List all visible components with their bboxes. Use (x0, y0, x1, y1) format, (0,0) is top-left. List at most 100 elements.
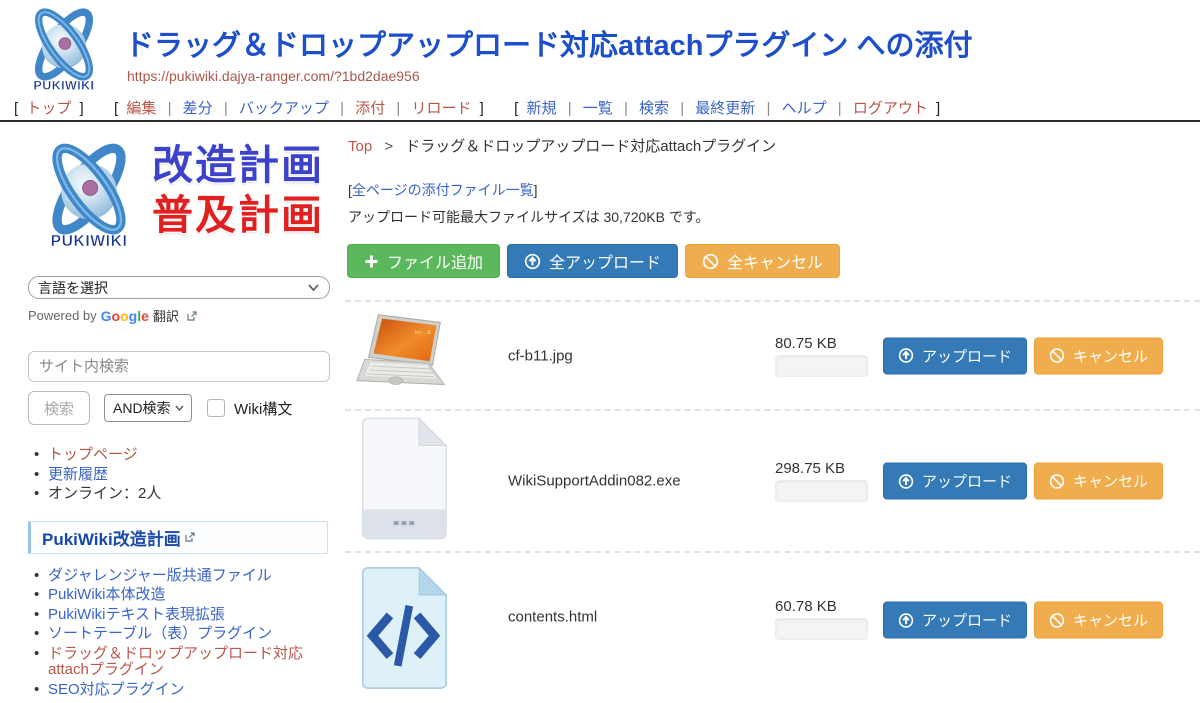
chevron-down-icon (175, 405, 184, 411)
site-search-input[interactable] (28, 351, 330, 382)
list-item: PukiWiki本体改造 (34, 587, 330, 604)
sidebar-link-toppage[interactable]: トップページ (48, 446, 138, 463)
search-button[interactable]: 検索 (28, 391, 90, 425)
breadcrumb: Top > ドラッグ＆ドロップアップロード対応attachプラグイン (348, 135, 1200, 156)
sidebar-link-text-ext[interactable]: PukiWikiテキスト表現拡張 (48, 606, 225, 623)
nav-bracket: [ (514, 100, 518, 117)
banner-line-fukyu: 普及計画 (152, 190, 324, 240)
sidebar-banner-text: 改造計画 普及計画 (152, 140, 324, 240)
list-item: トップページ (34, 447, 330, 464)
sidebar-link-core-mod[interactable]: PukiWiki本体改造 (48, 586, 166, 603)
sidebar-section-heading: PukiWiki改造計画 (28, 521, 328, 554)
nav-item-attach[interactable]: 添付 (355, 100, 385, 117)
nav-separator: | (224, 100, 228, 117)
sidebar-link-seo[interactable]: SEO対応プラグイン (48, 681, 185, 698)
ban-icon (1049, 348, 1065, 364)
search-mode-select[interactable]: AND検索 (104, 394, 192, 422)
list-item: ダジャレンジャー版共通ファイル (34, 568, 330, 585)
svg-text:b»…8: b»…8 (415, 330, 431, 336)
upload-progress-bar (775, 480, 868, 502)
breadcrumb-home-link[interactable]: Top (348, 138, 372, 155)
nav-bracket: ] (80, 100, 84, 117)
nav-item-backup[interactable]: バックアップ (239, 100, 329, 117)
breadcrumb-separator: > (384, 138, 393, 155)
sidebar-link-history[interactable]: 更新履歴 (48, 466, 108, 483)
plus-icon (364, 254, 379, 269)
add-files-button[interactable]: ファイル追加 (347, 244, 500, 278)
main-nav: [ トップ ] [ 編集 | 差分 | バックアップ | 添付 | リロード ]… (10, 97, 944, 118)
nav-separator: | (340, 100, 344, 117)
pukiwiki-kaizo-link[interactable]: PukiWiki改造計画 (42, 525, 181, 550)
cancel-all-button[interactable]: 全キャンセル (685, 244, 840, 278)
page-url-link[interactable]: https://pukiwiki.dajya-ranger.com/?1bd2d… (127, 68, 420, 84)
breadcrumb-current: ドラッグ＆ドロップアップロード対応attachプラグイン (405, 138, 776, 155)
file-name: WikiSupportAddin082.exe (508, 473, 681, 490)
upload-file-list: b»…8 cf-b11.jpg 80.75 KB アップロード (345, 300, 1200, 703)
file-size: 80.75 KB (775, 335, 868, 352)
sidebar-link-dnd-attach[interactable]: ドラッグ＆ドロップアップロード対応attachプラグイン (48, 645, 303, 679)
max-upload-size-text: アップロード可能最大ファイルサイズは 30,720KB です。 (348, 207, 1200, 227)
external-link-icon (185, 532, 195, 542)
powered-by-text: Powered by (28, 308, 97, 323)
upload-button[interactable]: アップロード (883, 337, 1027, 374)
ban-icon (702, 253, 719, 270)
circle-arrow-up-icon (524, 253, 541, 270)
nav-item-logout[interactable]: ログアウト (853, 100, 928, 117)
upload-button[interactable]: アップロード (883, 463, 1027, 500)
file-name: contents.html (508, 609, 597, 626)
list-item: PukiWikiテキスト表現拡張 (34, 607, 330, 624)
upload-button[interactable]: アップロード (883, 602, 1027, 639)
pukiwiki-atom-icon (28, 138, 150, 254)
translate-link[interactable]: 翻訳 (153, 306, 179, 325)
sidebar-site-banner[interactable]: 改造計画 普及計画 (28, 138, 330, 254)
nav-item-search[interactable]: 検索 (639, 100, 669, 117)
ban-icon (1049, 612, 1065, 628)
page-title: ドラッグ＆ドロップアップロード対応attachプラグイン への添付 (125, 22, 972, 64)
bracket: ] (534, 182, 538, 198)
site-logo[interactable] (18, 4, 110, 96)
upload-all-button[interactable]: 全アップロード (507, 244, 678, 278)
nav-item-new[interactable]: 新規 (527, 100, 557, 117)
wiki-syntax-checkbox[interactable] (207, 399, 225, 417)
ban-icon (1049, 473, 1065, 489)
nav-separator: | (568, 100, 572, 117)
list-item: ドラッグ＆ドロップアップロード対応attachプラグイン (34, 646, 330, 679)
sidebar-plugin-links: ダジャレンジャー版共通ファイル PukiWiki本体改造 PukiWikiテキス… (28, 568, 330, 699)
nav-item-recent[interactable]: 最終更新 (695, 100, 755, 117)
nav-item-list[interactable]: 一覧 (583, 100, 613, 117)
cancel-button[interactable]: キャンセル (1034, 463, 1163, 500)
search-controls: 検索 AND検索 Wiki構文 (28, 391, 330, 425)
file-size-block: 80.75 KB (775, 335, 868, 377)
nav-bracket: [ (114, 100, 118, 117)
nav-separator: | (396, 100, 400, 117)
nav-item-reload[interactable]: リロード (411, 100, 471, 117)
all-pages-attach-list-link[interactable]: 全ページの添付ファイル一覧 (352, 182, 534, 198)
laptop-photo-thumbnail: b»…8 (355, 312, 452, 400)
external-link-icon (187, 311, 197, 321)
nav-item-top[interactable]: トップ (26, 100, 71, 117)
language-select-value: 言語を選択 (38, 278, 108, 298)
file-row-buttons: アップロード キャンセル (883, 602, 1163, 639)
list-item: オンライン：2人 (34, 486, 330, 503)
nav-separator: | (168, 100, 172, 117)
wiki-syntax-label: Wiki構文 (234, 398, 292, 419)
cancel-button[interactable]: キャンセル (1034, 602, 1163, 639)
nav-item-edit[interactable]: 編集 (126, 100, 156, 117)
circle-arrow-up-icon (898, 473, 914, 489)
sidebar-link-common-files[interactable]: ダジャレンジャー版共通ファイル (48, 567, 272, 584)
nav-item-diff[interactable]: 差分 (183, 100, 213, 117)
list-item: ソートテーブル（表）プラグイン (34, 626, 330, 643)
list-item: SEO対応プラグイン (34, 682, 330, 699)
pukiwiki-atom-icon (18, 4, 110, 96)
nav-separator: | (624, 100, 628, 117)
chevron-down-icon (308, 284, 319, 291)
cancel-button[interactable]: キャンセル (1034, 337, 1163, 374)
sidebar-link-sort-table[interactable]: ソートテーブル（表）プラグイン (48, 625, 272, 642)
circle-arrow-up-icon (898, 612, 914, 628)
nav-separator: | (838, 100, 842, 117)
nav-separator: | (680, 100, 684, 117)
file-row: WikiSupportAddin082.exe 298.75 KB アップロード (345, 411, 1200, 553)
language-select[interactable]: 言語を選択 (28, 276, 330, 299)
file-size: 298.75 KB (775, 460, 868, 477)
nav-item-help[interactable]: ヘルプ (782, 100, 827, 117)
